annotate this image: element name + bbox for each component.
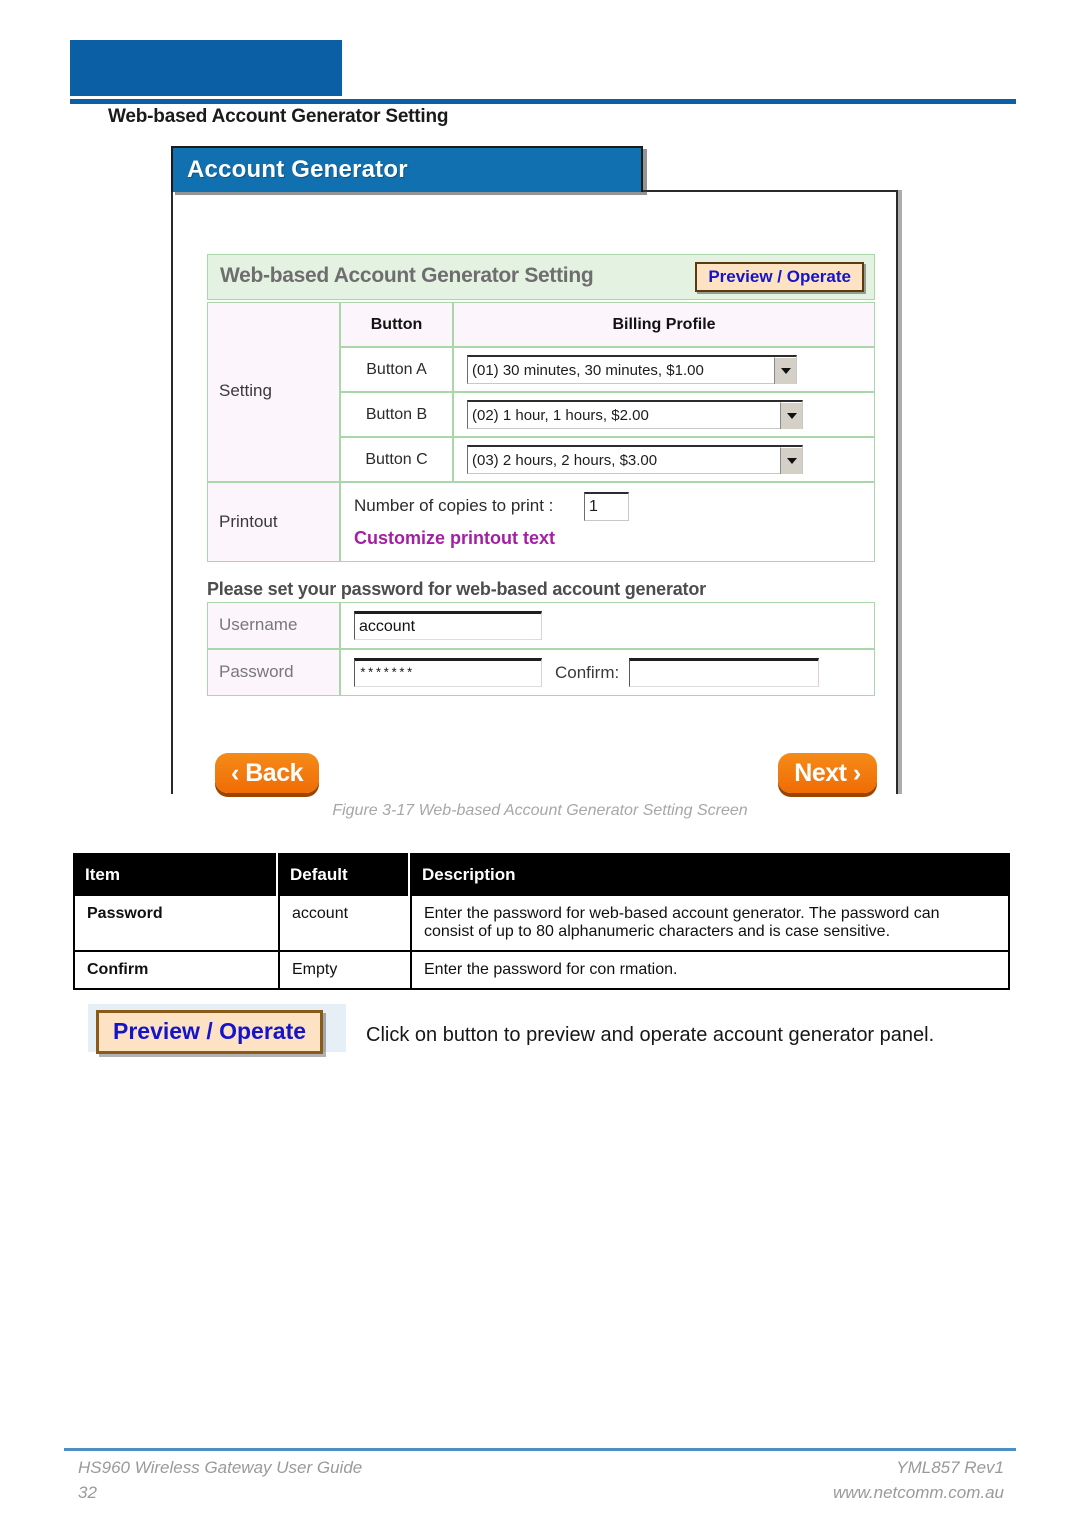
password-label: Password [219, 662, 294, 681]
printout-table: Printout Number of copies to print : 1 C… [207, 482, 875, 562]
password-input[interactable]: ******* [354, 658, 542, 687]
password-section-heading: Please set your password for web-based a… [207, 579, 706, 599]
cell-item: Confirm [87, 961, 149, 978]
chevron-down-icon[interactable] [774, 356, 796, 384]
header-profile-col: Billing Profile [453, 302, 875, 347]
description-line: consist of up to 80 alphanumeric charact… [424, 923, 891, 940]
cell-default: account [278, 896, 410, 950]
screenshot-title-bar: Account Generator [171, 146, 643, 192]
footer-rule [64, 1448, 1016, 1451]
cell-default: Empty [278, 952, 410, 988]
header-brand-block [70, 40, 342, 96]
chevron-down-icon[interactable] [780, 401, 802, 429]
copies-select[interactable]: 1 [584, 492, 629, 521]
table-row: Button A [340, 347, 453, 392]
confirm-input[interactable] [629, 658, 819, 687]
username-label: Username [219, 615, 298, 634]
billing-profile-select-c[interactable]: (03) 2 hours, 2 hours, $3.00 [467, 445, 803, 474]
username-row-label: Username [207, 602, 340, 649]
back-button[interactable]: ‹ Back [215, 753, 319, 793]
chevron-down-icon[interactable] [780, 446, 802, 474]
printout-row-label: Printout [207, 482, 340, 562]
setting-table: Setting Button Billing Profile Button A … [207, 302, 875, 482]
section-heading: Web-based Account Generator Setting [220, 264, 594, 287]
cell-item: Password [87, 905, 163, 922]
copies-value: 1 [589, 498, 598, 515]
table-row: Password account Enter the password for … [73, 896, 1010, 952]
table-row: Button C [340, 437, 453, 482]
copies-label: Number of copies to print : [354, 496, 554, 515]
header-profile-label: Billing Profile [612, 316, 716, 333]
product-screenshot: Account Generator Web-based Account Gene… [166, 146, 900, 794]
header-button-label: Button [370, 316, 423, 333]
header-rule [70, 99, 1016, 104]
button-c-label: Button C [365, 451, 428, 468]
preview-operate-note: Preview / Operate Click on button to pre… [78, 1004, 1038, 1064]
preview-operate-description: Click on button to preview and operate a… [366, 1024, 935, 1046]
footer-page-number: 32 [78, 1483, 97, 1502]
billing-profile-value-a: (01) 30 minutes, 30 minutes, $1.00 [472, 361, 704, 379]
footer-revision: YML857 Rev1 [896, 1458, 1004, 1477]
password-row-label: Password [207, 649, 340, 696]
button-b-label: Button B [365, 406, 428, 423]
printout-label-text: Printout [219, 512, 278, 531]
username-row-body: account [340, 602, 875, 649]
screenshot-panel: Web-based Account Generator Setting Prev… [171, 190, 898, 794]
page-title: Web-based Account Generator Setting [108, 106, 449, 127]
setting-row-label: Setting [207, 302, 340, 482]
screenshot-title: Account Generator [187, 156, 408, 183]
billing-profile-value-c: (03) 2 hours, 2 hours, $3.00 [472, 451, 658, 469]
description-table: Item Default Description Password accoun… [73, 853, 1010, 990]
profile-cell-c: (03) 2 hours, 2 hours, $3.00 [453, 437, 875, 482]
billing-profile-select-b[interactable]: (02) 1 hour, 1 hours, $2.00 [467, 400, 803, 429]
profile-cell-a: (01) 30 minutes, 30 minutes, $1.00 [453, 347, 875, 392]
preview-operate-button-large[interactable]: Preview / Operate [96, 1010, 324, 1054]
billing-profile-select-a[interactable]: (01) 30 minutes, 30 minutes, $1.00 [467, 355, 797, 384]
button-a-label: Button A [366, 361, 427, 378]
col-header-default: Default [276, 853, 408, 896]
confirm-label: Confirm: [555, 663, 620, 682]
next-button[interactable]: Next › [778, 753, 877, 793]
billing-profile-value-b: (02) 1 hour, 1 hours, $2.00 [472, 406, 649, 424]
header-button-col: Button [340, 302, 453, 347]
description-line: Enter the password for web-based account… [424, 905, 940, 922]
figure-caption: Figure 3-17 Web-based Account Generator … [332, 802, 748, 819]
col-header-item: Item [85, 864, 120, 884]
customize-printout-text-link[interactable]: Customize printout text [354, 528, 555, 549]
footer-website: www.netcomm.com.au [833, 1483, 1004, 1502]
password-row-body: ******* Confirm: [340, 649, 875, 696]
setting-label-text: Setting [219, 381, 272, 400]
cell-description: Enter the password for web-based account… [410, 896, 1008, 950]
preview-operate-button[interactable]: Preview / Operate [695, 262, 864, 292]
footer-guide-title: HS960 Wireless Gateway User Guide [78, 1458, 363, 1477]
password-table: Username account Password ******* Confir… [207, 602, 875, 696]
table-header-row: Item Default Description [73, 853, 1010, 896]
profile-cell-b: (02) 1 hour, 1 hours, $2.00 [453, 392, 875, 437]
col-header-description: Description [408, 853, 1010, 896]
username-input[interactable]: account [354, 611, 542, 640]
printout-body: Number of copies to print : 1 Customize … [340, 482, 875, 562]
cell-description: Enter the password for con rmation. [410, 952, 1008, 988]
table-row: Confirm Empty Enter the password for con… [73, 952, 1010, 990]
section-header: Web-based Account Generator Setting Prev… [207, 254, 875, 300]
table-row: Button B [340, 392, 453, 437]
